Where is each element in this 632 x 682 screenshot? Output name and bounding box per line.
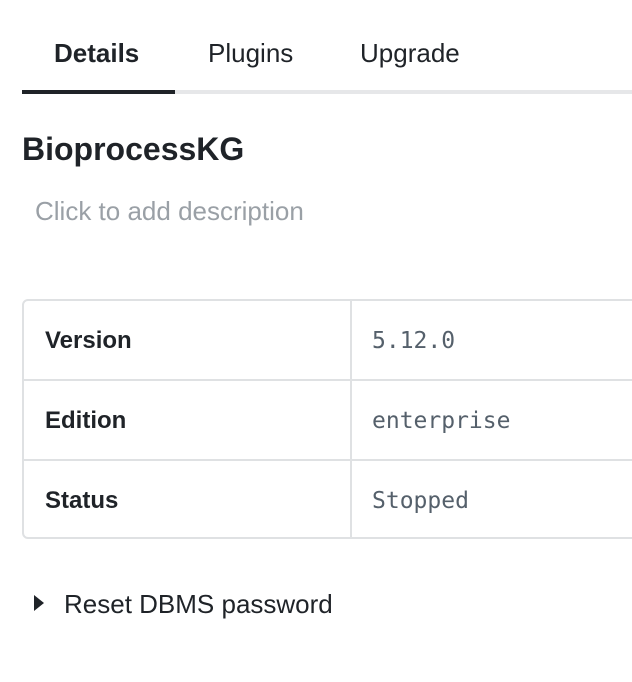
active-tab-indicator: [22, 90, 175, 94]
tab-bar: Details Plugins Upgrade: [22, 0, 632, 94]
dbms-title: BioprocessKG: [22, 131, 245, 167]
column-divider: [350, 301, 352, 379]
reset-password-label: Reset DBMS password: [64, 589, 333, 619]
table-row-version: Version 5.12.0: [24, 301, 632, 381]
status-value: Stopped: [372, 488, 469, 514]
caret-right-icon: [34, 595, 44, 611]
tab-plugins[interactable]: Plugins: [208, 34, 293, 72]
edition-value: enterprise: [372, 408, 511, 434]
version-value: 5.12.0: [372, 328, 456, 354]
table-row-status: Status Stopped: [24, 461, 632, 537]
table-row-edition: Edition enterprise: [24, 381, 632, 461]
edition-label: Edition: [45, 407, 127, 434]
version-label: Version: [45, 327, 132, 354]
status-label: Status: [45, 487, 119, 514]
tab-upgrade[interactable]: Upgrade: [360, 34, 460, 72]
column-divider: [350, 381, 352, 459]
description-field[interactable]: Click to add description: [35, 193, 304, 229]
tab-details[interactable]: Details: [54, 34, 139, 72]
column-divider: [350, 461, 352, 537]
dbms-info-table: Version 5.12.0 Edition enterprise Status…: [22, 299, 632, 539]
